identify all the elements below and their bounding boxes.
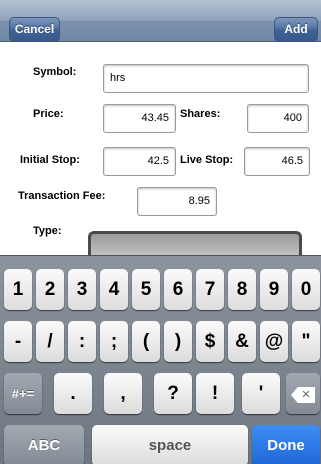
- key-dollar[interactable]: $: [196, 321, 224, 362]
- price-field[interactable]: 43.45: [103, 104, 176, 133]
- initial-stop-label: Initial Stop:: [20, 154, 80, 166]
- key-5[interactable]: 5: [132, 269, 160, 310]
- key-apostrophe[interactable]: ': [242, 373, 280, 414]
- key-semicolon[interactable]: ;: [100, 321, 128, 362]
- key-8[interactable]: 8: [228, 269, 256, 310]
- symbol-field[interactable]: hrs: [103, 64, 309, 93]
- key-close-paren[interactable]: ): [164, 321, 192, 362]
- abc-key[interactable]: ABC: [4, 425, 84, 464]
- space-key[interactable]: space: [92, 425, 248, 464]
- add-button[interactable]: Add: [274, 17, 318, 42]
- backspace-key[interactable]: ✕: [286, 373, 320, 414]
- key-2[interactable]: 2: [36, 269, 64, 310]
- transaction-fee-field[interactable]: 8.95: [137, 187, 217, 216]
- trade-form: Symbol: hrs Price: 43.45 Shares: 400 Ini…: [0, 43, 321, 259]
- cancel-button[interactable]: Cancel: [9, 17, 60, 42]
- numeric-keyboard: 1 2 3 4 5 6 7 8 9 0 - / : ; ( ) $ & @ " …: [0, 255, 321, 464]
- type-label: Type:: [33, 225, 62, 237]
- shares-field[interactable]: 400: [247, 104, 309, 133]
- done-key[interactable]: Done: [252, 425, 320, 464]
- key-exclamation[interactable]: !: [196, 373, 234, 414]
- initial-stop-field[interactable]: 42.5: [103, 147, 176, 176]
- key-colon[interactable]: :: [68, 321, 96, 362]
- key-hyphen[interactable]: -: [4, 321, 32, 362]
- backspace-icon: ✕: [291, 387, 315, 403]
- key-comma[interactable]: ,: [104, 373, 142, 414]
- price-label: Price:: [33, 108, 64, 120]
- key-6[interactable]: 6: [164, 269, 192, 310]
- key-quote[interactable]: ": [292, 321, 320, 362]
- transaction-fee-label: Transaction Fee:: [18, 190, 106, 202]
- key-slash[interactable]: /: [36, 321, 64, 362]
- key-period[interactable]: .: [54, 373, 92, 414]
- live-stop-label: Live Stop:: [180, 154, 234, 166]
- key-ampersand[interactable]: &: [228, 321, 256, 362]
- shift-symbols-key[interactable]: #+=: [4, 373, 42, 414]
- key-3[interactable]: 3: [68, 269, 96, 310]
- key-open-paren[interactable]: (: [132, 321, 160, 362]
- key-1[interactable]: 1: [4, 269, 32, 310]
- key-4[interactable]: 4: [100, 269, 128, 310]
- live-stop-field[interactable]: 46.5: [244, 147, 310, 176]
- key-7[interactable]: 7: [196, 269, 224, 310]
- key-0[interactable]: 0: [292, 269, 320, 310]
- navigation-bar: Cancel Add: [0, 0, 321, 42]
- key-question[interactable]: ?: [154, 373, 192, 414]
- shares-label: Shares:: [180, 108, 221, 120]
- key-at[interactable]: @: [260, 321, 288, 362]
- symbol-label: Symbol:: [33, 66, 77, 78]
- key-9[interactable]: 9: [260, 269, 288, 310]
